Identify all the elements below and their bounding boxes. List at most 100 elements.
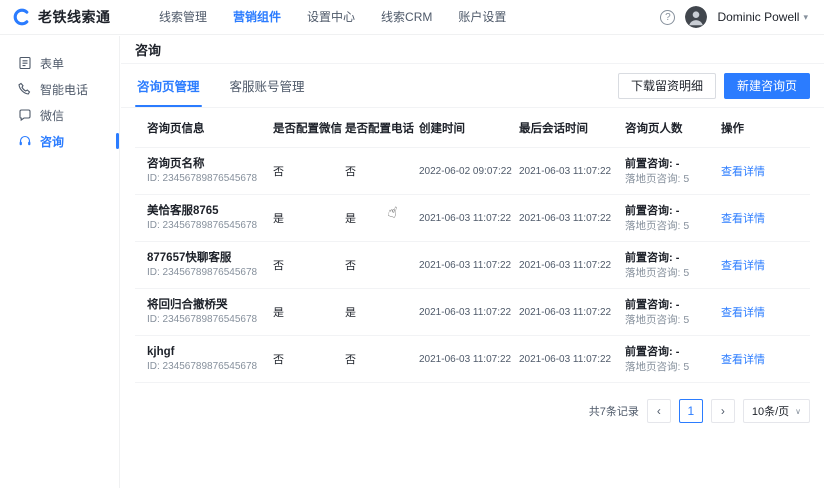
last-session-time-value: 2021-06-03 11:07:22 [519, 259, 612, 271]
pagination-page-1-button[interactable]: 1 [678, 399, 703, 423]
main-content: 咨询 咨询页管理 客服账号管理 下载留资明细 新建咨询页 咨询页信息 是否配置微… [121, 36, 824, 488]
logo[interactable]: 老铁线索通 [12, 7, 146, 27]
user-menu[interactable]: Dominic Powell ▾ [717, 10, 808, 24]
page-size-select[interactable]: 10条/页 ∨ [742, 399, 810, 423]
wechat-icon [19, 109, 31, 122]
column-header-phone-configured: 是否配置电话 [345, 122, 414, 135]
nav-item-account-settings[interactable]: 账户设置 [445, 0, 519, 34]
sidebar-item-label: 智能电话 [40, 82, 89, 97]
sidebar-item-consult[interactable]: 咨询 [0, 128, 119, 154]
landing-consult-count: 落地页咨询: 5 [625, 266, 690, 279]
wechat-configured-value: 否 [273, 166, 284, 178]
created-time-value: 2021-06-03 11:07:22 [419, 212, 512, 224]
nav-item-settings-center[interactable]: 设置中心 [294, 0, 368, 34]
wechat-configured-value: 否 [273, 260, 284, 272]
column-header-actions: 操作 [721, 122, 744, 135]
chevron-down-icon: ▾ [803, 11, 808, 22]
avatar-image [685, 6, 708, 28]
phone-configured-value: 否 [345, 166, 356, 178]
toolbar-buttons: 下载留资明细 新建咨询页 [617, 72, 810, 99]
table-row: 877657快聊客服 ID: 23456789876545678 否 否 202… [135, 242, 810, 289]
consult-page-name: kjhgf [147, 345, 175, 358]
pre-consult-count: 前置咨询: - [625, 251, 680, 264]
sidebar-item-label: 咨询 [40, 134, 65, 149]
topbar-right: ? Dominic Powell ▾ [660, 6, 808, 28]
pre-consult-count: 前置咨询: - [625, 204, 680, 217]
nav-item-lead-management[interactable]: 线索管理 [146, 0, 220, 34]
view-details-link[interactable]: 查看详情 [721, 213, 765, 225]
created-time-value: 2021-06-03 11:07:22 [419, 306, 512, 318]
table-row: 咨询页名称 ID: 23456789876545678 否 否 2022-06-… [135, 148, 810, 195]
created-time-value: 2021-06-03 11:07:22 [419, 259, 512, 271]
sidebar-item-label: 表单 [40, 56, 65, 71]
landing-consult-count: 落地页咨询: 5 [625, 313, 690, 326]
consult-page-id: ID: 23456789876545678 [147, 266, 258, 278]
table-header: 咨询页信息 是否配置微信 是否配置电话 创建时间 最后会话时间 咨询页人数 操作 [135, 108, 810, 148]
phone-configured-value: 是 [345, 213, 356, 225]
view-details-link[interactable]: 查看详情 [721, 354, 765, 366]
consult-page-name: 咨询页名称 [147, 157, 205, 170]
table-row: 将回归合撤桥哭 ID: 23456789876545678 是 是 2021-0… [135, 289, 810, 336]
consult-page-name: 877657快聊客服 [147, 251, 232, 264]
consult-page-id: ID: 23456789876545678 [147, 313, 258, 325]
consult-pages-table: 咨询页信息 是否配置微信 是否配置电话 创建时间 最后会话时间 咨询页人数 操作… [135, 108, 810, 383]
landing-consult-count: 落地页咨询: 5 [625, 360, 690, 373]
table-row: kjhgf ID: 23456789876545678 否 否 2021-06-… [135, 336, 810, 383]
last-session-time-value: 2021-06-03 11:07:22 [519, 212, 612, 224]
download-lead-details-button[interactable]: 下载留资明细 [617, 72, 716, 99]
landing-consult-count: 落地页咨询: 5 [625, 219, 690, 232]
last-session-time-value: 2021-06-03 11:07:22 [519, 165, 612, 177]
logo-text: 老铁线索通 [38, 9, 111, 25]
view-details-link[interactable]: 查看详情 [721, 166, 765, 178]
sidebar-item-wechat[interactable]: 微信 [0, 102, 119, 128]
logo-icon [13, 8, 29, 26]
consult-page-name: 美恰客服8765 [147, 204, 219, 217]
pre-consult-count: 前置咨询: - [625, 157, 680, 170]
phone-icon [18, 82, 31, 95]
column-header-visitor-count: 咨询页人数 [625, 122, 683, 135]
sidebar-item-smart-phone[interactable]: 智能电话 [0, 76, 119, 102]
page-title-row: 咨询 [121, 36, 824, 64]
tab-consult-page-management[interactable]: 咨询页管理 [135, 64, 202, 107]
consult-page-id: ID: 23456789876545678 [147, 360, 258, 372]
pagination: 共7条记录 ‹ 1 › 10条/页 ∨ [121, 399, 810, 423]
sidebar-item-label: 微信 [40, 108, 65, 123]
consult-page-id: ID: 23456789876545678 [147, 219, 258, 231]
top-nav: 线索管理 营销组件 设置中心 线索CRM 账户设置 [146, 0, 660, 34]
last-session-time-value: 2021-06-03 11:07:22 [519, 353, 612, 365]
wechat-configured-value: 是 [273, 213, 284, 225]
view-details-link[interactable]: 查看详情 [721, 307, 765, 319]
landing-consult-count: 落地页咨询: 5 [625, 172, 690, 185]
column-header-created-time: 创建时间 [419, 122, 465, 135]
nav-item-lead-crm[interactable]: 线索CRM [368, 0, 445, 34]
chevron-down-icon: ∨ [795, 406, 801, 416]
user-name: Dominic Powell [717, 10, 800, 24]
avatar[interactable] [685, 6, 708, 28]
help-icon[interactable]: ? [660, 9, 676, 25]
phone-configured-value: 否 [345, 260, 356, 272]
pagination-prev-button[interactable]: ‹ [646, 399, 671, 423]
column-header-last-session-time: 最后会话时间 [519, 122, 588, 135]
page-size-value: 10条/页 [751, 406, 790, 418]
nav-item-marketing-components[interactable]: 营销组件 [220, 0, 294, 34]
created-time-value: 2022-06-02 09:07:22 [419, 165, 512, 177]
consult-icon [19, 135, 31, 146]
column-header-wechat-configured: 是否配置微信 [273, 122, 342, 135]
top-header: 老铁线索通 线索管理 营销组件 设置中心 线索CRM 账户设置 ? Domini… [0, 0, 824, 35]
view-details-link[interactable]: 查看详情 [721, 260, 765, 272]
wechat-configured-value: 否 [273, 354, 284, 366]
column-header-page-info: 咨询页信息 [147, 122, 205, 135]
tabs: 咨询页管理 客服账号管理 [135, 64, 307, 107]
tab-service-account-management[interactable]: 客服账号管理 [228, 64, 307, 107]
create-consult-page-button[interactable]: 新建咨询页 [723, 72, 810, 99]
wechat-configured-value: 是 [273, 307, 284, 319]
consult-page-name: 将回归合撤桥哭 [147, 298, 228, 311]
pagination-next-button[interactable]: › [710, 399, 735, 423]
table-row: 美恰客服8765 ID: 23456789876545678 是 是 2021-… [135, 195, 810, 242]
phone-configured-value: 是 [345, 307, 356, 319]
created-time-value: 2021-06-03 11:07:22 [419, 353, 512, 365]
pre-consult-count: 前置咨询: - [625, 298, 680, 311]
page-title: 咨询 [135, 43, 162, 58]
pagination-total: 共7条记录 [588, 406, 639, 418]
sidebar-item-form[interactable]: 表单 [0, 50, 119, 76]
